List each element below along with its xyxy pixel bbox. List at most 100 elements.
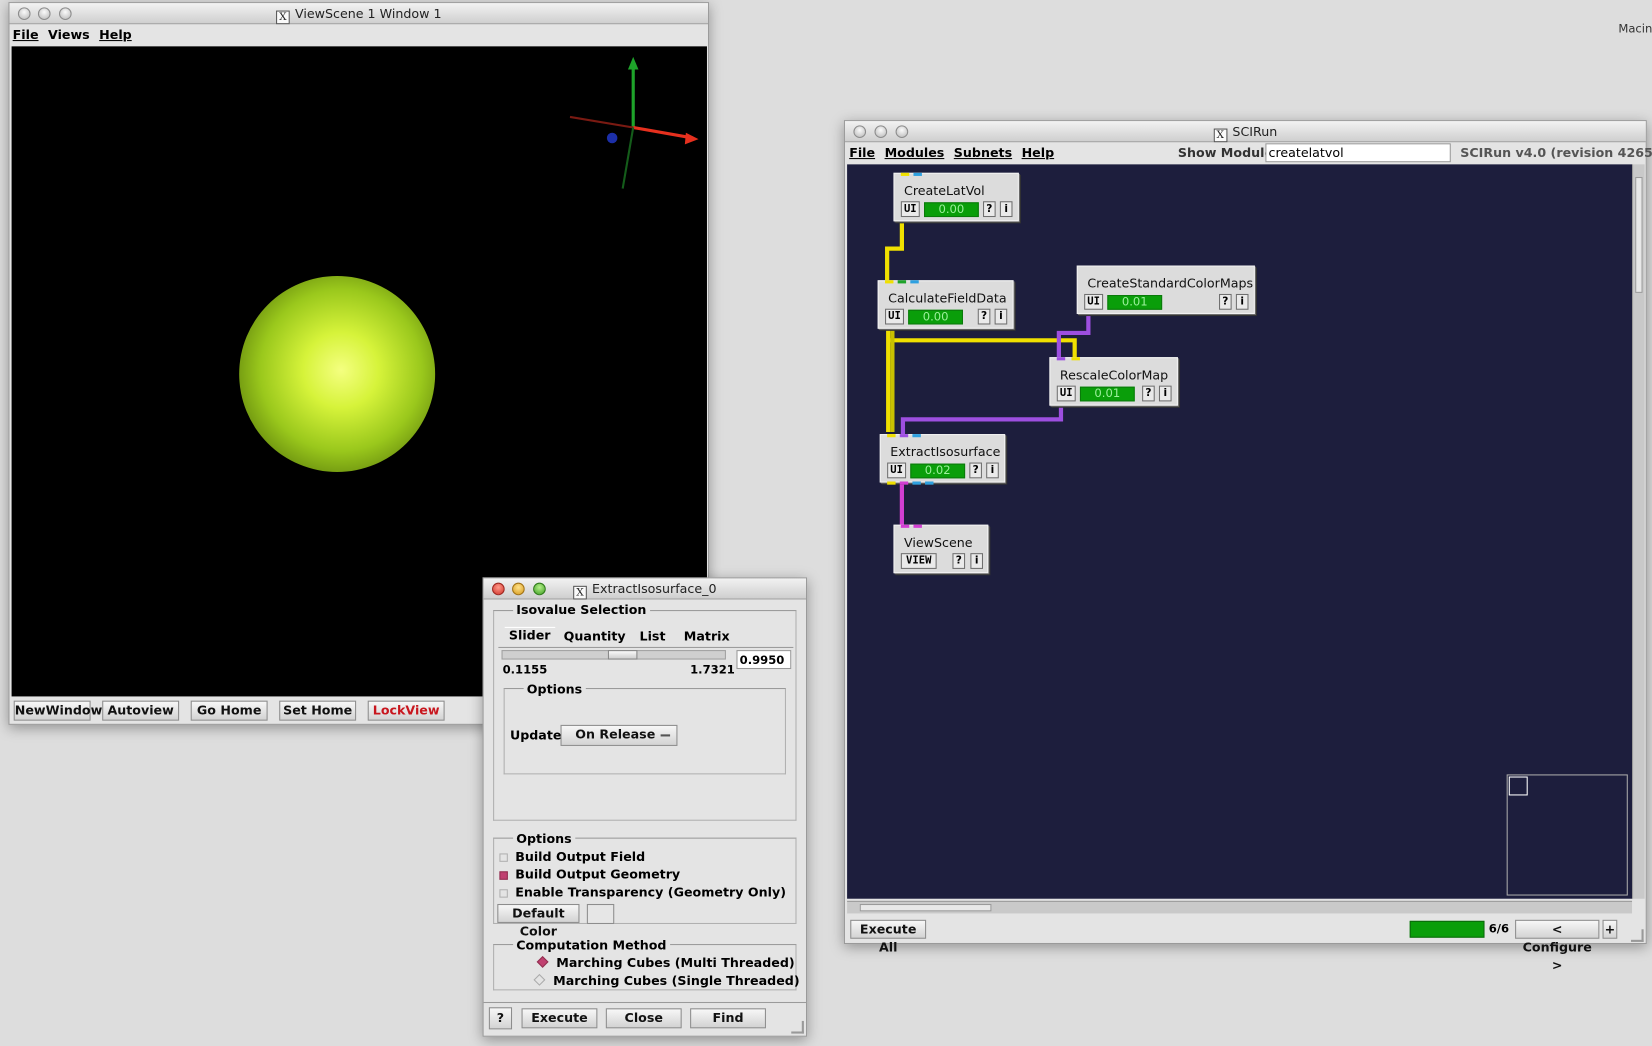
wire-field[interactable]: [885, 221, 904, 281]
module-calculatefielddata[interactable]: CalculateFieldData UI 0.00 ? i: [877, 280, 1014, 329]
minimap-viewport[interactable]: [1508, 776, 1528, 796]
autoview-button[interactable]: Autoview: [102, 700, 180, 721]
module-ui-button[interactable]: UI: [1084, 293, 1104, 310]
extractisosurface-window: X ExtractIsosurface_0 Isovalue Selection …: [482, 577, 808, 1037]
help-button[interactable]: ?: [488, 1007, 513, 1030]
network-minimap[interactable]: [1506, 774, 1628, 896]
scrollbar-thumb[interactable]: [1635, 177, 1643, 293]
scirun-titlebar[interactable]: X SCIRun: [844, 121, 1646, 143]
output-port[interactable]: [912, 481, 921, 485]
module-info-button[interactable]: i: [1158, 385, 1172, 402]
configure-button[interactable]: < Configure >: [1515, 919, 1600, 972]
menu-help[interactable]: Help: [1022, 145, 1055, 160]
extract-titlebar[interactable]: X ExtractIsosurface_0: [483, 578, 807, 600]
tab-list[interactable]: List: [640, 629, 666, 644]
x11-icon: X: [1213, 128, 1228, 143]
execute-button[interactable]: Execute: [521, 1008, 598, 1029]
add-button[interactable]: +: [1602, 919, 1618, 939]
output-port[interactable]: [899, 481, 909, 485]
vertical-scrollbar[interactable]: [1632, 164, 1645, 899]
new-window-button[interactable]: NewWindow: [13, 700, 102, 721]
module-help-button[interactable]: ?: [983, 201, 996, 218]
module-help-button[interactable]: ?: [1219, 293, 1232, 310]
output-port[interactable]: [925, 481, 934, 485]
wire-colormap[interactable]: [900, 405, 1064, 435]
isovalue-input[interactable]: [736, 650, 792, 670]
module-rescalecolormap[interactable]: RescaleColorMap UI 0.01 ? i: [1049, 357, 1178, 406]
viewscene-titlebar[interactable]: X ViewScene 1 Window 1: [9, 3, 709, 25]
module-info-button[interactable]: i: [986, 462, 999, 479]
input-port[interactable]: [885, 280, 894, 284]
module-viewscene[interactable]: ViewScene VIEW ? i: [893, 524, 989, 574]
enable-transparency-checkbox[interactable]: [499, 889, 508, 898]
menu-views[interactable]: Views: [48, 27, 90, 42]
execute-all-button[interactable]: Execute All: [850, 919, 927, 955]
marching-cubes-single-label: Marching Cubes (Single Threaded): [553, 973, 800, 989]
module-createlatvol[interactable]: CreateLatVol UI 0.00 ? i: [893, 172, 1019, 222]
go-home-button[interactable]: Go Home: [190, 700, 268, 721]
module-ui-button[interactable]: UI: [887, 462, 907, 479]
menu-modules[interactable]: Modules: [885, 145, 945, 160]
module-info-button[interactable]: i: [994, 308, 1008, 325]
menu-file[interactable]: File: [849, 145, 875, 160]
close-button[interactable]: Close: [605, 1008, 682, 1029]
input-port[interactable]: [900, 524, 910, 528]
find-button[interactable]: Find: [690, 1008, 766, 1029]
default-color-swatch[interactable]: [586, 903, 615, 925]
network-progress-bar: [1409, 920, 1485, 938]
module-ui-button[interactable]: UI: [1056, 385, 1076, 402]
show-module-input[interactable]: [1265, 143, 1451, 163]
tab-slider[interactable]: Slider: [504, 626, 555, 643]
scrollbar-thumb[interactable]: [859, 903, 992, 912]
module-view-button[interactable]: VIEW: [900, 553, 937, 569]
input-port[interactable]: [887, 434, 896, 438]
input-port[interactable]: [912, 434, 921, 438]
output-port[interactable]: [887, 481, 896, 485]
module-progress-bar: 0.00: [924, 202, 979, 218]
module-ui-button[interactable]: UI: [885, 308, 904, 325]
output-port[interactable]: [913, 172, 922, 176]
module-help-button[interactable]: ?: [952, 553, 966, 569]
isovalue-slider[interactable]: [501, 650, 726, 660]
tab-matrix[interactable]: Matrix: [684, 629, 730, 644]
set-home-button[interactable]: Set Home: [279, 700, 357, 721]
build-output-field-label: Build Output Field: [515, 849, 646, 864]
window-title: ExtractIsosurface_0: [592, 581, 717, 597]
input-port[interactable]: [1056, 357, 1066, 361]
menu-help[interactable]: Help: [99, 27, 132, 42]
module-help-button[interactable]: ?: [969, 462, 982, 479]
output-port[interactable]: [900, 172, 910, 176]
module-ui-button[interactable]: UI: [900, 201, 920, 218]
input-port[interactable]: [897, 280, 907, 284]
resize-grip-icon[interactable]: [791, 1020, 804, 1034]
slider-thumb[interactable]: [607, 650, 638, 660]
module-progress-bar: 0.02: [910, 463, 966, 479]
input-port[interactable]: [913, 524, 922, 528]
input-port[interactable]: [910, 280, 919, 284]
module-info-button[interactable]: i: [1235, 293, 1249, 310]
build-output-geometry-checkbox[interactable]: [499, 871, 508, 880]
menu-file[interactable]: File: [13, 27, 39, 42]
module-help-button[interactable]: ?: [1142, 385, 1155, 402]
module-createstandardcolormaps[interactable]: CreateStandardColorMaps UI 0.01 ? i: [1076, 265, 1255, 314]
resize-grip-icon[interactable]: [1630, 929, 1644, 942]
tab-quantity[interactable]: Quantity: [564, 629, 626, 644]
module-info-button[interactable]: i: [999, 201, 1013, 218]
wire-field[interactable]: [888, 338, 1077, 359]
network-canvas[interactable]: CreateLatVol UI 0.00 ? i CalculateFieldD…: [847, 164, 1633, 899]
menu-subnets[interactable]: Subnets: [954, 145, 1012, 160]
update-mode-select[interactable]: On Release: [560, 724, 678, 746]
build-output-field-checkbox[interactable]: [499, 853, 508, 862]
slider-max-label: 1.7321: [690, 662, 735, 677]
x11-icon: X: [275, 10, 290, 25]
module-extractisosurface[interactable]: ExtractIsosurface UI 0.02 ? i: [879, 434, 1006, 485]
module-help-button[interactable]: ?: [977, 308, 991, 325]
update-mode-value: On Release: [575, 726, 656, 742]
horizontal-scrollbar[interactable]: [847, 900, 1633, 914]
lock-view-button[interactable]: LockView: [367, 700, 445, 721]
update-label: Update:: [509, 728, 567, 743]
module-info-button[interactable]: i: [970, 553, 984, 569]
input-port[interactable]: [899, 434, 909, 438]
default-color-button[interactable]: Default Color: [497, 903, 580, 939]
input-port[interactable]: [1071, 357, 1080, 361]
